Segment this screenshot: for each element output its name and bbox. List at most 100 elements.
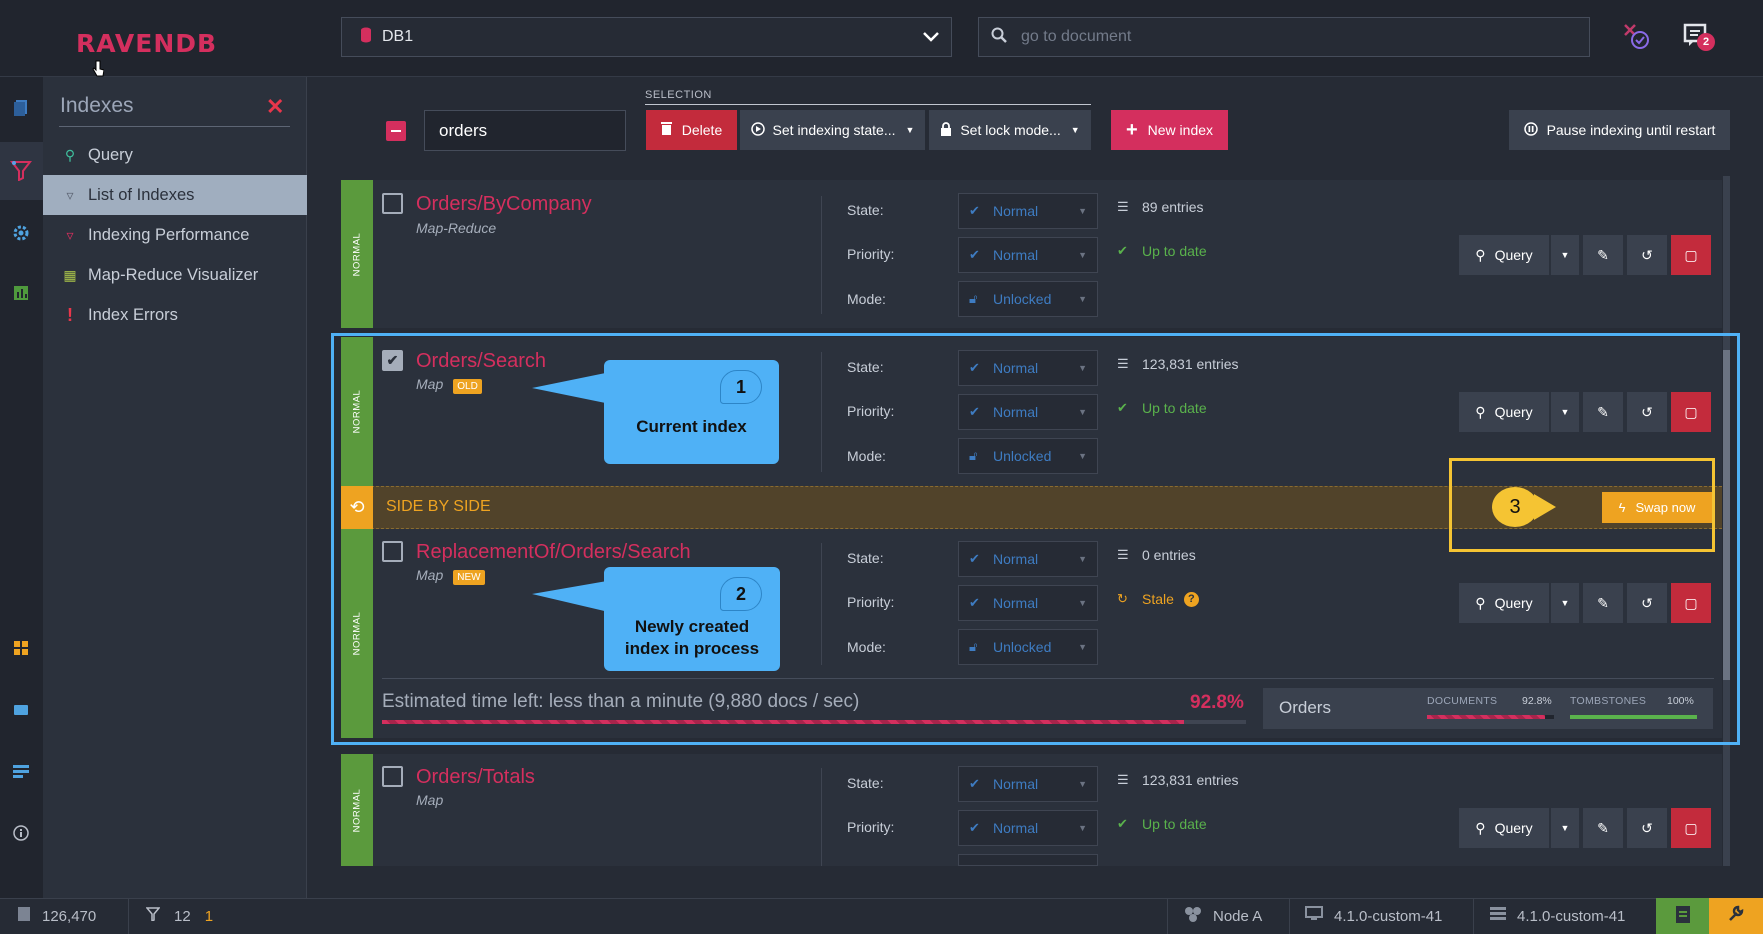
- query-button[interactable]: ⚲ Query: [1459, 235, 1549, 275]
- index-count-value: 12: [174, 907, 191, 925]
- state-value: Normal: [993, 776, 1039, 792]
- database-select[interactable]: DB1: [341, 17, 952, 57]
- performance-icon: ▿: [66, 226, 74, 243]
- index-status: ✔ Up to date: [1117, 243, 1207, 259]
- support-button[interactable]: [1709, 898, 1763, 934]
- index-name[interactable]: Orders/ByCompany: [416, 193, 592, 216]
- delete-index-button[interactable]: ▢: [1671, 235, 1711, 275]
- keyboard-icon[interactable]: [10, 699, 32, 721]
- index-type: Map: [416, 792, 444, 808]
- search-icon: ⚲: [1475, 246, 1486, 263]
- client-version[interactable]: 4.1.0-custom-41: [1305, 898, 1442, 934]
- delete-index-button[interactable]: ▢: [1671, 808, 1711, 848]
- dashboard-icon[interactable]: [10, 637, 32, 659]
- server-icon: [1490, 907, 1506, 925]
- menu-item-indexing-performance[interactable]: ▿ Indexing Performance: [43, 215, 307, 255]
- set-indexing-state-button[interactable]: Set indexing state... ▼: [740, 110, 925, 150]
- docs-count-value: 126,470: [42, 907, 97, 925]
- state-select[interactable]: ✔ Normal ▼: [958, 193, 1098, 229]
- check-icon: ✔: [969, 776, 980, 791]
- indexes-count[interactable]: 12 1: [145, 898, 214, 934]
- query-button[interactable]: ⚲ Query: [1459, 808, 1549, 848]
- menu-close-icon[interactable]: ✕: [266, 94, 284, 120]
- index-state-stripe: NORMAL: [341, 180, 373, 328]
- menu-item-query[interactable]: ⚲ Query: [43, 135, 307, 175]
- mode-value: Unlocked: [993, 291, 1052, 307]
- priority-select[interactable]: ✔ Normal ▼: [958, 237, 1098, 273]
- index-filter-icon: ▿: [66, 186, 74, 203]
- state-select[interactable]: ✔ Normal ▼: [958, 766, 1098, 802]
- server-manage-icon[interactable]: [10, 761, 32, 783]
- index-checkbox[interactable]: [382, 193, 403, 214]
- state-label: State:: [847, 775, 884, 791]
- caret-down-icon: ▼: [1078, 294, 1087, 304]
- pause-circle-icon: [1523, 121, 1538, 139]
- go-to-document-input[interactable]: [1021, 28, 1541, 46]
- edit-index-button[interactable]: ✎: [1583, 235, 1623, 275]
- cluster-node[interactable]: Node A: [1184, 898, 1262, 934]
- index-state-stripe: NORMAL: [341, 754, 373, 866]
- indexes-icon[interactable]: [10, 159, 32, 181]
- index-status: ✔ Up to date: [1117, 816, 1207, 832]
- index-filter-input[interactable]: orders: [424, 110, 626, 151]
- menu-item-map-reduce-visualizer[interactable]: ▦ Map-Reduce Visualizer: [43, 255, 307, 295]
- index-name[interactable]: Orders/Totals: [416, 766, 535, 789]
- swap-highlight-frame: [1449, 458, 1715, 552]
- caret-down-icon: ▼: [1078, 823, 1087, 833]
- info-icon[interactable]: [10, 822, 32, 844]
- footer-separator: [1473, 898, 1474, 934]
- reset-index-button[interactable]: ↺: [1627, 808, 1667, 848]
- status-value: Up to date: [1142, 816, 1207, 832]
- priority-label: Priority:: [847, 819, 895, 835]
- document-icon: [18, 907, 30, 925]
- reset-icon: ↺: [1641, 819, 1653, 836]
- documents-count[interactable]: 126,470: [18, 898, 96, 934]
- query-options-button[interactable]: ▼: [1551, 235, 1579, 275]
- notification-center-icon[interactable]: 2: [1683, 22, 1715, 52]
- caret-down-icon: ▼: [1078, 206, 1087, 216]
- menu-item-label: Index Errors: [88, 305, 178, 324]
- set-lock-mode-button[interactable]: Set lock mode... ▼: [929, 110, 1091, 150]
- status-value: Up to date: [1142, 243, 1207, 259]
- deselect-all-checkbox[interactable]: [386, 121, 406, 141]
- state-value: Normal: [993, 203, 1039, 219]
- pause-indexing-button[interactable]: Pause indexing until restart: [1509, 110, 1730, 150]
- new-index-button[interactable]: + New index: [1111, 110, 1228, 150]
- delete-button[interactable]: Delete: [646, 110, 737, 150]
- license-button[interactable]: [1656, 898, 1709, 934]
- documents-icon[interactable]: [10, 97, 32, 119]
- menu-divider: [59, 126, 290, 127]
- delete-label: Delete: [681, 122, 723, 138]
- edit-index-button[interactable]: ✎: [1583, 808, 1623, 848]
- mode-select[interactable]: 🔓︎ Unlocked ▼: [958, 281, 1098, 317]
- cluster-status-icon[interactable]: [1622, 22, 1652, 52]
- new-index-label: New index: [1147, 122, 1214, 138]
- priority-select[interactable]: ✔ Normal ▼: [958, 810, 1098, 846]
- server-version[interactable]: 4.1.0-custom-41: [1490, 898, 1625, 934]
- callout-text-line1: Newly created: [634, 617, 750, 636]
- priority-value: Normal: [993, 820, 1039, 836]
- menu-item-list-of-indexes[interactable]: ▿ List of Indexes: [43, 175, 307, 215]
- settings-gear-icon[interactable]: [10, 222, 32, 244]
- mode-select[interactable]: [958, 854, 1098, 866]
- entries-count: ☰ 123,831 entries: [1117, 772, 1239, 788]
- index-errors-value: 1: [204, 907, 214, 925]
- play-circle-icon: [750, 121, 765, 139]
- menu-item-index-errors[interactable]: ! Index Errors: [43, 295, 307, 335]
- index-checkbox[interactable]: [382, 766, 403, 787]
- stats-chart-icon[interactable]: [10, 282, 32, 304]
- callout-text: Current index: [636, 417, 747, 436]
- visualizer-icon: ▦: [63, 266, 77, 283]
- list-icon: ☰: [1117, 199, 1129, 214]
- caret-down-icon: ▼: [1560, 823, 1570, 833]
- caret-down-icon: ▼: [1560, 250, 1570, 260]
- index-actions: ⚲ Query ▼ ✎ ↺ ▢: [1459, 808, 1711, 848]
- footer-separator: [1289, 898, 1290, 934]
- selection-label: SELECTION: [645, 89, 712, 101]
- ravendb-logo[interactable]: RAVENDB: [76, 29, 217, 58]
- pause-label: Pause indexing until restart: [1546, 122, 1716, 138]
- query-options-button[interactable]: ▼: [1551, 808, 1579, 848]
- caret-down-icon: ▼: [1078, 779, 1087, 789]
- reset-index-button[interactable]: ↺: [1627, 235, 1667, 275]
- trash-icon: ▢: [1684, 246, 1698, 263]
